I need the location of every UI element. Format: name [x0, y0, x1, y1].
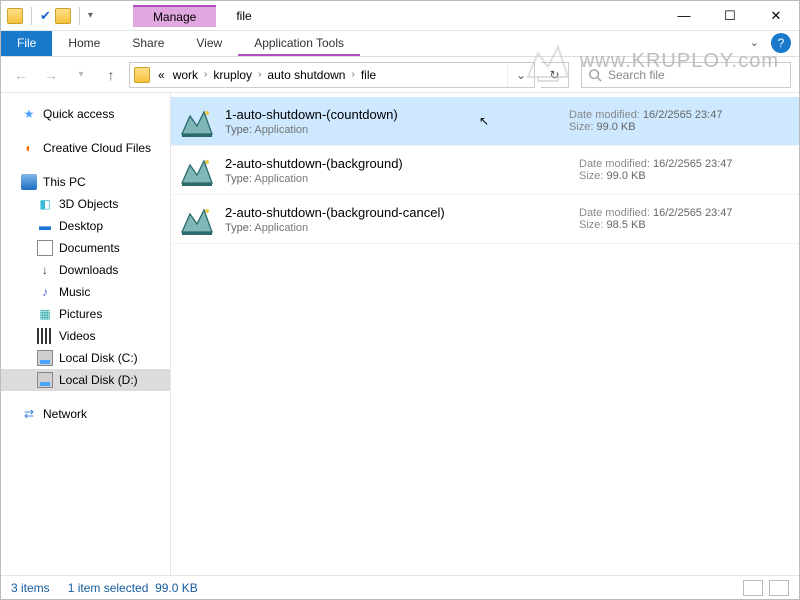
file-size: Size: 99.0 KB — [569, 121, 779, 133]
pc-icon — [21, 174, 37, 190]
chevron-right-icon[interactable]: › — [256, 69, 263, 80]
pictures-icon: ▦ — [37, 306, 53, 322]
cloud-icon: ◐ — [21, 140, 37, 156]
chevron-right-icon[interactable]: › — [349, 69, 356, 80]
view-icons-button[interactable] — [769, 580, 789, 596]
explorer-window: ✔ ▾ Manage file — ☐ ✕ www.KRUPLOY.com Fi… — [0, 0, 800, 600]
address-bar[interactable]: « work › kruploy › auto shutdown › file … — [129, 62, 535, 88]
recent-dropdown[interactable]: ▾ — [69, 63, 93, 87]
file-date: Date modified: 16/2/2565 23:47 — [579, 158, 789, 170]
view-details-button[interactable] — [743, 580, 763, 596]
file-size: Size: 98.5 KB — [579, 219, 789, 231]
titlebar: ✔ ▾ Manage file — ☐ ✕ www.KRUPLOY.com — [1, 1, 799, 31]
sidebar-item-downloads[interactable]: ↓Downloads — [1, 259, 170, 281]
sidebar-item-music[interactable]: ♪Music — [1, 281, 170, 303]
sidebar-item-3d-objects[interactable]: ◧3D Objects — [1, 193, 170, 215]
file-type: Type: Application — [225, 124, 569, 136]
file-date: Date modified: 16/2/2565 23:47 — [569, 109, 779, 121]
disk-icon — [37, 372, 53, 388]
sidebar-quick-access[interactable]: ★Quick access — [1, 103, 170, 125]
desktop-icon: ▬ — [37, 218, 53, 234]
breadcrumb[interactable]: file — [357, 68, 380, 82]
divider — [31, 7, 32, 25]
tab-share[interactable]: Share — [116, 31, 180, 56]
sidebar-item-desktop[interactable]: ▬Desktop — [1, 215, 170, 237]
disk-icon — [37, 350, 53, 366]
file-type: Type: Application — [225, 222, 579, 234]
document-icon — [37, 240, 53, 256]
maximize-button[interactable]: ☐ — [707, 1, 753, 31]
download-icon: ↓ — [37, 262, 53, 278]
chevron-right-icon[interactable]: › — [202, 69, 209, 80]
app-icon — [179, 201, 215, 237]
file-tab[interactable]: File — [1, 31, 52, 56]
folder-icon — [7, 8, 23, 24]
ribbon-context-label: Manage — [133, 5, 216, 27]
checkmark-icon[interactable]: ✔ — [40, 8, 51, 24]
file-row[interactable]: 2-auto-shutdown-(background) Type: Applic… — [171, 146, 799, 195]
up-button[interactable]: ↑ — [99, 63, 123, 87]
app-icon — [179, 152, 215, 188]
file-name: 2-auto-shutdown-(background-cancel) — [225, 205, 579, 220]
file-size: Size: 99.0 KB — [579, 170, 789, 182]
file-list: 1-auto-shutdown-(countdown) Type: Applica… — [171, 93, 799, 575]
status-bar: 3 items 1 item selected 99.0 KB — [1, 575, 799, 599]
cursor-icon: ↖ — [479, 114, 489, 128]
star-icon: ★ — [21, 106, 37, 122]
breadcrumb[interactable]: work — [169, 68, 202, 82]
sidebar-item-documents[interactable]: Documents — [1, 237, 170, 259]
status-item-count: 3 items — [11, 581, 50, 595]
ribbon-collapse-icon[interactable]: ⌄ — [742, 31, 767, 56]
navigation-bar: ← → ▾ ↑ « work › kruploy › auto shutdown… — [1, 57, 799, 93]
navigation-pane: ★Quick access ◐Creative Cloud Files This… — [1, 93, 171, 575]
app-icon — [179, 103, 215, 139]
status-selection: 1 item selected 99.0 KB — [68, 581, 198, 595]
network-icon: ⇄ — [21, 406, 37, 422]
tab-view[interactable]: View — [180, 31, 238, 56]
close-button[interactable]: ✕ — [753, 1, 799, 31]
search-icon — [588, 68, 602, 82]
breadcrumb[interactable]: kruploy — [209, 68, 256, 82]
help-icon[interactable]: ? — [771, 33, 791, 53]
file-row[interactable]: 1-auto-shutdown-(countdown) Type: Applica… — [171, 97, 799, 146]
cube-icon: ◧ — [37, 196, 53, 212]
folder-icon — [134, 67, 150, 83]
minimize-button[interactable]: — — [661, 1, 707, 31]
divider — [79, 7, 80, 25]
back-button[interactable]: ← — [9, 63, 33, 87]
sidebar-item-local-disk-d[interactable]: Local Disk (D:) — [1, 369, 170, 391]
tab-home[interactable]: Home — [52, 31, 116, 56]
music-icon: ♪ — [37, 284, 53, 300]
sidebar-item-local-disk-c[interactable]: Local Disk (C:) — [1, 347, 170, 369]
tab-application-tools[interactable]: Application Tools — [238, 31, 360, 56]
breadcrumb[interactable]: auto shutdown — [263, 68, 349, 82]
file-name: 2-auto-shutdown-(background) — [225, 156, 579, 171]
search-placeholder: Search file — [608, 68, 665, 82]
refresh-button[interactable]: ↻ — [541, 62, 569, 88]
folder-icon[interactable] — [55, 8, 71, 24]
sidebar-item-pictures[interactable]: ▦Pictures — [1, 303, 170, 325]
breadcrumb-overflow[interactable]: « — [154, 68, 169, 82]
file-type: Type: Application — [225, 173, 579, 185]
sidebar-creative-cloud[interactable]: ◐Creative Cloud Files — [1, 137, 170, 159]
file-row[interactable]: 2-auto-shutdown-(background-cancel) Type:… — [171, 195, 799, 244]
forward-button[interactable]: → — [39, 63, 63, 87]
quick-access-toolbar: ✔ ▾ — [1, 7, 93, 25]
sidebar-this-pc[interactable]: This PC — [1, 171, 170, 193]
file-name: 1-auto-shutdown-(countdown) — [225, 107, 569, 122]
videos-icon — [37, 328, 53, 344]
address-dropdown-icon[interactable]: ⌄ — [507, 63, 534, 87]
sidebar-item-videos[interactable]: Videos — [1, 325, 170, 347]
ribbon: File Home Share View Application Tools ⌄… — [1, 31, 799, 57]
chevron-down-icon[interactable]: ▾ — [88, 10, 93, 21]
file-date: Date modified: 16/2/2565 23:47 — [579, 207, 789, 219]
search-input[interactable]: Search file — [581, 62, 791, 88]
sidebar-network[interactable]: ⇄Network — [1, 403, 170, 425]
window-title: file — [236, 9, 251, 23]
